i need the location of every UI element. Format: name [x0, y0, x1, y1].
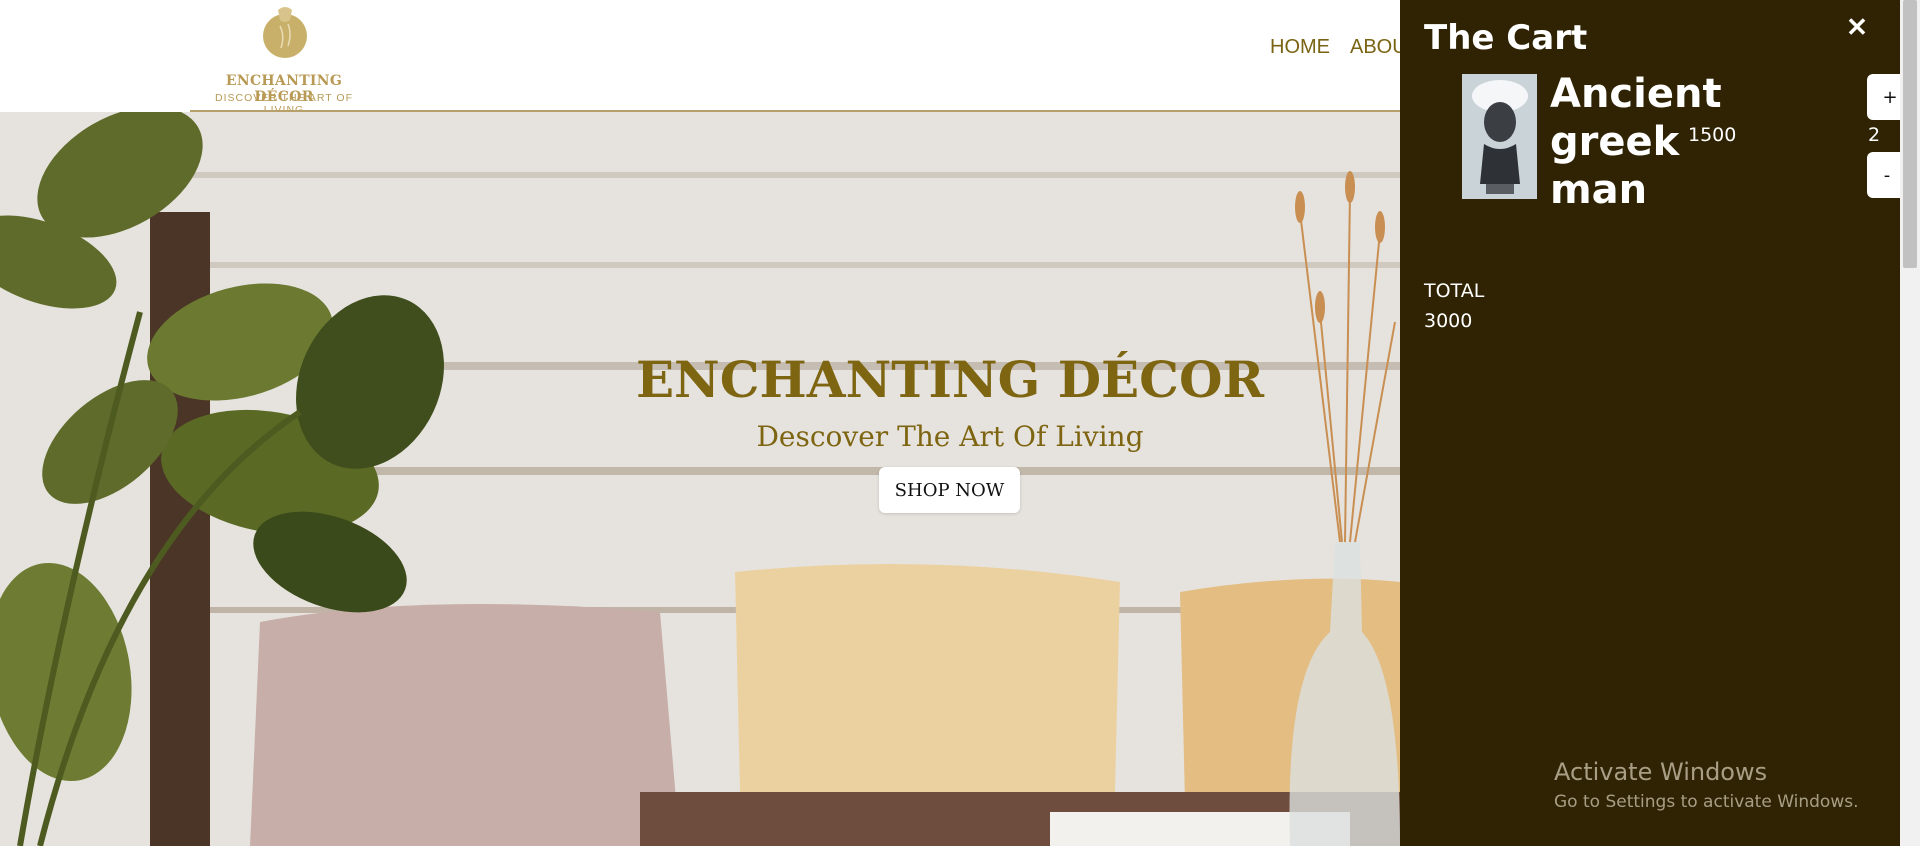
brand-logo[interactable]: ENCHANTING DÉCOR DISCOVER THE ART OF LIV…: [196, 0, 372, 116]
page-scrollbar-thumb[interactable]: [1903, 0, 1917, 268]
hero-section: ENCHANTING DÉCOR Descover The Art Of Liv…: [0, 112, 1400, 846]
vase-logo-icon: [263, 7, 307, 58]
cart-item: Ancient greek man 1500 2 + -: [1462, 70, 1913, 213]
hero-title: ENCHANTING DÉCOR: [635, 350, 1265, 409]
cart-total-label: TOTAL: [1424, 280, 1485, 302]
greek-bust-image: [1462, 74, 1537, 199]
hero-subtitle: Descover The Art Of Living: [756, 420, 1144, 453]
cart-item-name: Ancient greek man: [1550, 71, 1722, 213]
site-header: ENCHANTING DÉCOR DISCOVER THE ART OF LIV…: [0, 0, 1419, 116]
shop-now-button[interactable]: SHOP NOW: [879, 467, 1020, 513]
main-nav: HOME ABOUT: [1270, 36, 1419, 59]
nav-link-home[interactable]: HOME: [1270, 36, 1330, 59]
cart-title: The Cart: [1424, 18, 1588, 58]
hero-background-image: [0, 112, 1400, 846]
cart-item-price: 1500: [1688, 124, 1737, 146]
cart-panel: The Cart ✕ Ancient greek man 1500 2 + - …: [1400, 0, 1913, 846]
activate-windows-subtitle: Go to Settings to activate Windows.: [1554, 792, 1859, 812]
activate-windows-title: Activate Windows: [1554, 758, 1768, 786]
cart-total-value: 3000: [1424, 310, 1473, 332]
cart-item-quantity: 2: [1868, 124, 1881, 146]
close-icon[interactable]: ✕: [1840, 10, 1874, 44]
